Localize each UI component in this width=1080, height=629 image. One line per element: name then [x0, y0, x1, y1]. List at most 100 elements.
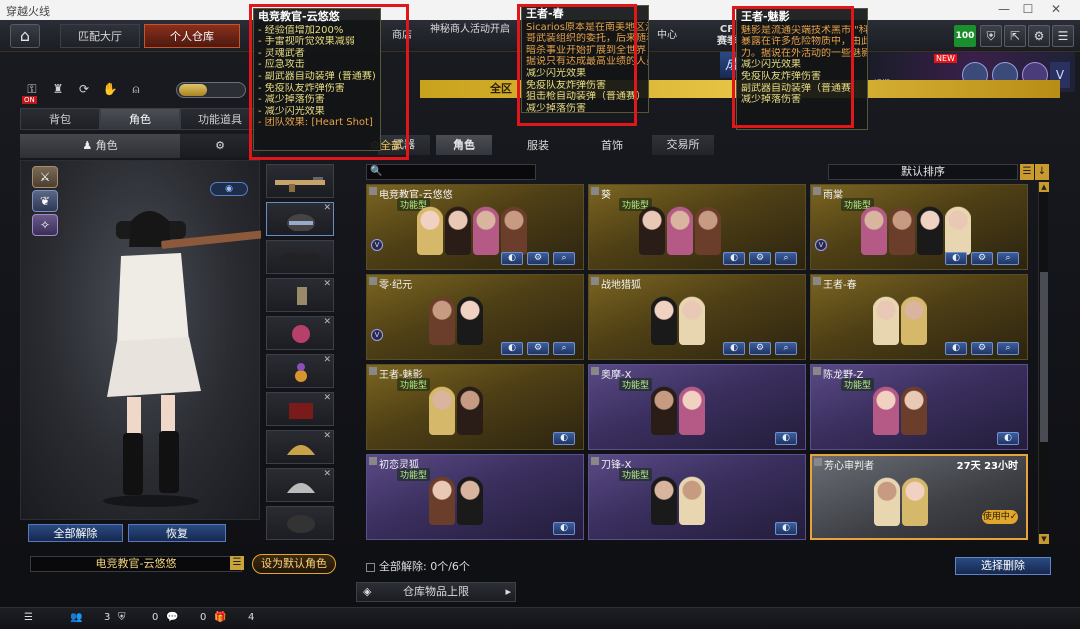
gear-icon[interactable]: ⚙ — [971, 342, 993, 355]
scroll-down-icon[interactable]: ▼ — [1039, 534, 1049, 544]
maximize-icon[interactable]: ☐ — [1018, 2, 1038, 18]
role-card[interactable]: 电竞教官-云悠悠 功能型 V ◐ ⚙ ⌕ — [366, 184, 584, 270]
search-input[interactable]: 🔍 — [366, 164, 536, 180]
slot-pet-1[interactable]: ✕ — [266, 430, 334, 464]
info-icon[interactable]: ◐ — [553, 522, 575, 535]
tab-roles[interactable]: 角色 — [440, 136, 488, 156]
info-icon[interactable]: ◐ — [501, 252, 523, 265]
minimize-icon[interactable]: — — [994, 2, 1014, 18]
hand-icon[interactable]: ✋ — [100, 82, 120, 100]
search-icon[interactable]: ⌕ — [775, 252, 797, 265]
search-icon[interactable]: ⌕ — [553, 252, 575, 265]
wing-icon[interactable]: ❦ — [32, 190, 58, 212]
search-icon[interactable]: ⌕ — [997, 342, 1019, 355]
slot-glasses[interactable] — [266, 240, 334, 274]
list-view-icon[interactable]: ☰ — [1020, 164, 1034, 180]
gear-icon[interactable]: ⚙ — [1028, 25, 1050, 47]
info-icon[interactable]: ◐ — [501, 342, 523, 355]
role-filter-tab[interactable]: ♟ 角色 — [20, 134, 180, 158]
slot-mask[interactable]: ✕ — [266, 316, 334, 350]
info-icon[interactable]: ◐ — [723, 252, 745, 265]
gift-icon[interactable]: 🎁 — [214, 612, 226, 623]
close-icon[interactable]: ✕ — [1046, 2, 1066, 18]
gear-icon[interactable]: ⚙ — [749, 342, 771, 355]
info-icon[interactable]: ◐ — [997, 432, 1019, 445]
grid-scrollbar[interactable]: ▲ ▼ — [1038, 182, 1049, 544]
search-icon[interactable]: ⌕ — [775, 342, 797, 355]
tab-personal-storage[interactable]: 个人仓库 — [144, 24, 240, 48]
role-alt-tab[interactable]: ⚙ — [180, 134, 260, 158]
tab-center[interactable]: 中心 — [650, 24, 684, 48]
info-icon[interactable]: ◐ — [775, 432, 797, 445]
current-role-name: 电竞教官-云悠悠 — [30, 556, 242, 572]
role-card[interactable]: 初恋灵狐 功能型 ◐ — [366, 454, 584, 540]
mouse-icon[interactable]: ⍝ — [126, 82, 146, 100]
storage-limit-button[interactable]: ◈ 仓库物品上限 ▸ — [356, 582, 516, 602]
subtab-function-items[interactable]: 功能道具 — [180, 108, 260, 130]
gear-icon[interactable]: ⚙ — [971, 252, 993, 265]
slot-spray[interactable] — [266, 506, 334, 540]
slot-device[interactable]: ✕ — [266, 278, 334, 312]
pose-icon[interactable]: ⚔ — [32, 166, 58, 188]
figure-icon[interactable]: ♜ — [48, 82, 68, 100]
clan-icon[interactable]: ⛨ — [118, 612, 126, 623]
clear-all-count[interactable]: 全部解除: 0个/6个 — [366, 558, 470, 574]
chat-icon[interactable]: 💬 — [166, 612, 178, 623]
top-tab-exchange[interactable]: 交易所 — [652, 135, 714, 155]
search-icon[interactable]: ⌕ — [553, 342, 575, 355]
search-icon[interactable]: ⌕ — [997, 252, 1019, 265]
exit-icon[interactable]: ⇱ — [1004, 25, 1026, 47]
tab-match-lobby[interactable]: 匹配大厅 — [60, 24, 140, 48]
subtab-role[interactable]: 角色 — [100, 108, 180, 130]
gear-icon[interactable]: ⚙ — [527, 342, 549, 355]
portrait — [873, 377, 899, 435]
role-card[interactable]: 王者-魅影 功能型 ◐ — [366, 364, 584, 450]
set-default-role-button[interactable]: 设为默认角色 — [252, 554, 336, 574]
shield-icon[interactable]: ⛨ — [980, 25, 1002, 47]
role-card[interactable]: 葵功能型 ◐ ⚙ ⌕ — [588, 184, 806, 270]
slot-pet-2[interactable]: ✕ — [266, 468, 334, 502]
info-icon[interactable]: ◐ — [945, 252, 967, 265]
rotate-icon[interactable]: ⟳ — [74, 82, 94, 100]
menu-icon[interactable]: ☰ — [1052, 25, 1074, 47]
view-toggle[interactable] — [176, 82, 246, 98]
clear-all-button[interactable]: 全部解除 — [28, 524, 123, 542]
portrait — [429, 377, 455, 435]
sort-arrow-icon[interactable]: ↓ — [1035, 164, 1049, 180]
home-icon[interactable]: ⌂ — [10, 24, 40, 48]
eye-toggle-icon[interactable]: ◉ — [210, 182, 248, 196]
info-icon[interactable]: ◐ — [723, 342, 745, 355]
slot-helmet[interactable]: ✕ — [266, 202, 334, 236]
role-card[interactable]: 零·纪元 V ◐ ⚙ ⌕ — [366, 274, 584, 360]
role-card[interactable]: 陈龙野-Z 功能型 ◐ — [810, 364, 1028, 450]
gear-icon[interactable]: ⚙ — [749, 252, 771, 265]
gear-icon[interactable]: ⚙ — [527, 252, 549, 265]
clear-checkbox[interactable] — [366, 562, 375, 572]
tab-clothing[interactable]: 服装 — [514, 136, 562, 156]
friends-icon[interactable]: 👥 — [70, 612, 82, 623]
info-icon[interactable]: ◐ — [945, 342, 967, 355]
info-icon[interactable]: ◐ — [775, 522, 797, 535]
slot-primary-weapon[interactable] — [266, 164, 334, 198]
restore-button[interactable]: 恢复 — [128, 524, 226, 542]
role-card[interactable]: 战地猎狐 ◐ ⚙ ⌕ — [588, 274, 806, 360]
menu-lines-icon[interactable]: ☰ — [24, 612, 33, 623]
info-icon[interactable]: ◐ — [553, 432, 575, 445]
dance-icon[interactable]: ✧ — [32, 214, 58, 236]
role-card[interactable]: 奥摩-X 功能型 ◐ — [588, 364, 806, 450]
role-card[interactable]: 刀锋-X 功能型 ◐ — [588, 454, 806, 540]
tab-accessories[interactable]: 首饰 — [588, 136, 636, 156]
scroll-thumb[interactable] — [1040, 272, 1048, 442]
slot-charm[interactable]: ✕ — [266, 354, 334, 388]
game-window: 穿越火线 — ☐ ✕ ⌂ 匹配大厅 个人仓库 商店 神秘商人活动开启 中心 CF… — [0, 0, 1080, 629]
role-list-icon[interactable]: ☰ — [230, 556, 244, 570]
select-delete-button[interactable]: 选择删除 — [955, 557, 1051, 575]
subtab-backpack[interactable]: 背包 — [20, 108, 100, 130]
role-card[interactable]: 芳心审判者 27天 23小时 使用中✓ — [810, 454, 1028, 540]
role-card[interactable]: 王者-春 ◐ ⚙ ⌕ — [810, 274, 1028, 360]
slot-grenade[interactable]: ✕ — [266, 392, 334, 426]
sort-select[interactable]: 默认排序 — [828, 164, 1018, 180]
role-card[interactable]: 雨棠 功能型 V ◐ ⚙ ⌕ — [810, 184, 1028, 270]
scroll-up-icon[interactable]: ▲ — [1039, 182, 1049, 192]
mystery-merchant-event[interactable]: 神秘商人活动开启 — [428, 24, 512, 48]
